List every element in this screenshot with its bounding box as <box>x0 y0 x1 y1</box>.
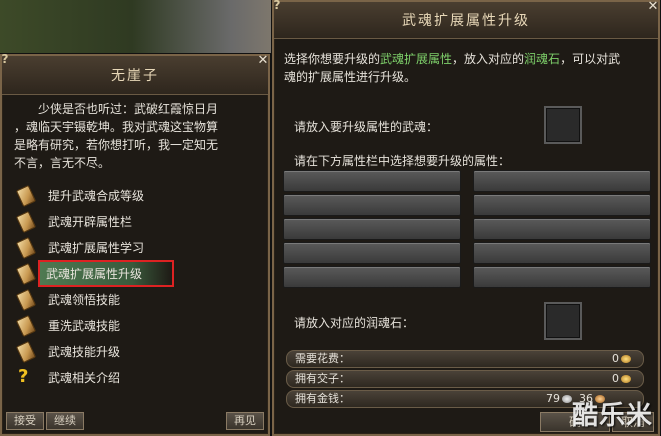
upgrade-panel: 武魂扩展属性升级 ? ✕ 选择你想要升级的武魂扩展属性，放入对应的润魂石，可以对… <box>272 0 660 436</box>
npc-text-line: 是略有研究，若你想打听，我一定知无 <box>14 138 219 152</box>
wuhun-slot-label: 请放入要升级属性的武魂： <box>294 120 439 134</box>
intro-text-part: 选择你想要升级的 <box>284 52 381 66</box>
jiaozi-icon <box>621 375 631 383</box>
npc-text-line: 少侠是否也听过：武破红霞惊日月 <box>38 102 219 116</box>
goodbye-button[interactable]: 再见 <box>226 412 264 430</box>
npc-dialog-text: 少侠是否也听过：武破红霞惊日月 ，魂临天宇镊乾坤。我对武魂这宝物算 是略有研究，… <box>14 100 258 172</box>
scroll-icon <box>15 210 37 234</box>
help-icon[interactable]: ? <box>270 0 284 12</box>
jiaozi-bar: 拥有交子： 0 <box>286 370 644 388</box>
jiaozi-amount: 0 <box>612 372 619 385</box>
attribute-slot[interactable] <box>283 194 461 216</box>
wuhun-item-slot[interactable] <box>544 106 582 144</box>
silver-amount: 79 <box>546 392 560 405</box>
attribute-slot[interactable] <box>473 242 651 264</box>
option-learn-ext-attribute[interactable]: 武魂扩展属性学习 <box>15 234 256 260</box>
cost-label: 需要花费： <box>295 352 350 365</box>
attribute-slot[interactable] <box>283 266 461 288</box>
npc-name-title: 无崖子 <box>2 56 268 95</box>
intro-text-part: ，放入对应的 <box>452 52 525 66</box>
watermark-text: 酷乐米 <box>571 401 653 431</box>
left-button-row: 接受 继续 再见 <box>6 412 264 430</box>
close-icon[interactable]: ✕ <box>646 0 660 14</box>
scroll-icon <box>15 288 37 312</box>
attribute-slot[interactable] <box>473 170 651 192</box>
attribute-slot[interactable] <box>473 266 651 288</box>
option-label: 重洗武魂技能 <box>48 318 121 333</box>
jiaozi-label: 拥有交子： <box>295 372 350 385</box>
close-icon[interactable]: ✕ <box>256 54 270 68</box>
option-upgrade-synthesis-level[interactable]: 提升武魂合成等级 <box>15 182 256 208</box>
soul-stone-slot-label: 请放入对应的润魂石： <box>294 316 415 330</box>
option-reset-skill[interactable]: 重洗武魂技能 <box>15 312 256 338</box>
jiaozi-value: 0 <box>612 371 631 387</box>
jiaozi-icon <box>621 355 631 363</box>
option-comprehend-skill[interactable]: 武魂领悟技能 <box>15 286 256 312</box>
option-label: 武魂扩展属性学习 <box>48 240 145 255</box>
npc-dialog-panel: 无崖子 ? ✕ 少侠是否也听过：武破红霞惊日月 ，魂临天宇镊乾坤。我对武魂这宝物… <box>0 52 270 436</box>
option-upgrade-skill[interactable]: 武魂技能升级 <box>15 338 256 364</box>
scroll-icon <box>15 262 37 286</box>
continue-button[interactable]: 继续 <box>46 412 84 430</box>
intro-text-line2: 魂的扩展属性进行升级。 <box>284 70 417 84</box>
panel-title: 武魂扩展属性升级 <box>274 2 658 39</box>
silver-coin-icon <box>562 395 572 403</box>
option-upgrade-ext-attribute[interactable]: 武魂扩展属性升级 <box>15 259 256 287</box>
question-icon: ? <box>18 366 29 387</box>
cost-bar: 需要花费： 0 <box>286 350 644 368</box>
money-label: 拥有金钱： <box>295 392 350 405</box>
attribute-slot[interactable] <box>473 218 651 240</box>
option-open-attribute-slot[interactable]: 武魂开辟属性栏 <box>15 208 256 234</box>
option-label: 武魂扩展属性升级 <box>37 259 175 287</box>
option-label: 武魂开辟属性栏 <box>48 214 133 229</box>
highlight-soul-stone: 润魂石 <box>524 52 561 66</box>
option-label: 武魂领悟技能 <box>48 292 121 307</box>
help-icon[interactable]: ? <box>0 52 12 66</box>
intro-text: 选择你想要升级的武魂扩展属性，放入对应的润魂石，可以对武 魂的扩展属性进行升级。 <box>284 50 648 86</box>
scroll-icon <box>15 314 37 338</box>
npc-text-line: 不言，言无不尽。 <box>14 156 111 170</box>
npc-text-line: ，魂临天宇镊乾坤。我对武魂这宝物算 <box>14 120 219 134</box>
intro-text-part: ，可以对武 <box>560 52 621 66</box>
attribute-slot[interactable] <box>473 194 651 216</box>
scroll-icon <box>15 236 37 260</box>
scroll-icon <box>15 184 37 208</box>
option-label: 武魂技能升级 <box>48 344 121 359</box>
attribute-slot[interactable] <box>283 218 461 240</box>
option-label: 武魂相关介绍 <box>48 370 121 385</box>
option-introduction[interactable]: ? 武魂相关介绍 <box>16 364 256 390</box>
soul-stone-item-slot[interactable] <box>544 302 582 340</box>
attribute-slot[interactable] <box>283 170 461 192</box>
cost-amount: 0 <box>612 352 619 365</box>
highlight-ext-attribute: 武魂扩展属性 <box>380 52 453 66</box>
accept-button[interactable]: 接受 <box>6 412 44 430</box>
cost-value: 0 <box>612 351 631 367</box>
option-label: 提升武魂合成等级 <box>48 188 145 203</box>
attribute-slot[interactable] <box>283 242 461 264</box>
scroll-icon <box>15 340 37 364</box>
dialog-option-list: 提升武魂合成等级 武魂开辟属性栏 武魂扩展属性学习 武魂扩展属性升级 武魂领悟技… <box>15 182 256 390</box>
attribute-select-label: 请在下方属性栏中选择想要升级的属性： <box>294 154 511 168</box>
